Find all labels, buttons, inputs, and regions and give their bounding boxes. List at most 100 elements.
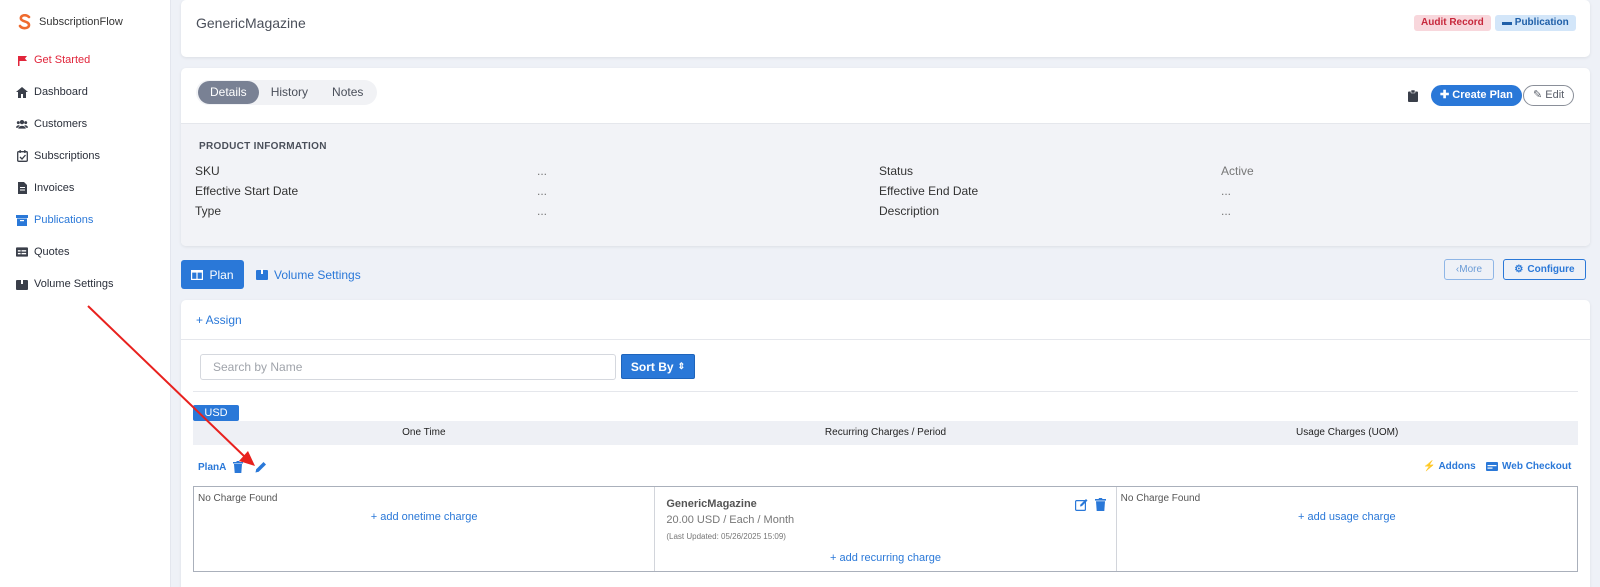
configure-label: Configure xyxy=(1527,264,1575,275)
product-information: PRODUCT INFORMATION SKU ... Effective St… xyxy=(181,124,1590,246)
edit-label: Edit xyxy=(1545,89,1565,101)
charge-last-updated: (Last Updated: 05/26/2025 15:09) xyxy=(666,532,786,541)
status-value: Active xyxy=(1221,164,1254,178)
effective-start-value: ... xyxy=(537,184,548,198)
sku-value: ... xyxy=(537,164,548,178)
description-value: ... xyxy=(1221,204,1232,218)
home-icon xyxy=(16,86,28,98)
configure-button[interactable]: ⚙ Configure xyxy=(1503,259,1586,280)
pencil-icon[interactable] xyxy=(255,461,267,473)
section-title: PRODUCT INFORMATION xyxy=(199,141,327,152)
sidebar-item-label: Subscriptions xyxy=(34,150,101,162)
invoice-icon xyxy=(16,182,28,194)
add-usage-charge-link[interactable]: + add usage charge xyxy=(1117,511,1577,523)
tab-notes[interactable]: Notes xyxy=(320,81,375,104)
onetime-cell: No Charge Found + add onetime charge xyxy=(194,487,656,571)
sidebar-item-subscriptions[interactable]: Subscriptions xyxy=(0,140,170,172)
sidebar-item-invoices[interactable]: Invoices xyxy=(0,172,170,204)
tab-history[interactable]: History xyxy=(259,81,320,104)
recurring-cell: GenericMagazine 20.00 USD / Each / Month… xyxy=(655,487,1117,571)
page-header: GenericMagazine Audit Record ▬ Publicati… xyxy=(181,0,1590,57)
column-header: Recurring Charges / Period xyxy=(824,427,947,438)
edit-icon[interactable] xyxy=(1075,498,1088,511)
usage-cell: No Charge Found + add usage charge xyxy=(1117,487,1577,571)
effective-start-label: Effective Start Date xyxy=(195,184,299,198)
clipboard-icon[interactable] xyxy=(1408,90,1418,102)
sidebar-item-label: Customers xyxy=(34,118,88,130)
sidebar-item-get-started[interactable]: Get Started xyxy=(0,44,170,76)
calendar-check-icon xyxy=(16,150,28,162)
more-button[interactable]: ‹ More xyxy=(1444,259,1494,280)
type-label: Type xyxy=(195,204,222,218)
empty-state-text: No Charge Found xyxy=(1120,493,1201,504)
trash-icon[interactable] xyxy=(233,461,243,473)
sort-by-label: Sort By xyxy=(630,359,674,374)
status-label: Status xyxy=(879,164,914,178)
charges-grid: No Charge Found + add onetime charge Gen… xyxy=(193,486,1578,572)
brand-name: SubscriptionFlow xyxy=(39,16,123,28)
subscriptionflow-logo-icon xyxy=(18,14,31,30)
details-panel: Details History Notes ✚ Create Plan ✎ Ed… xyxy=(181,68,1590,246)
sidebar-item-label: Quotes xyxy=(34,246,70,258)
column-header: Usage Charges (UOM) xyxy=(1296,427,1399,438)
create-plan-label: Create Plan xyxy=(1452,89,1513,101)
gear-icon: ⚙ xyxy=(1514,264,1524,275)
columns-icon xyxy=(191,269,204,280)
effective-end-value: ... xyxy=(1221,184,1232,198)
web-checkout-link[interactable]: Web Checkout xyxy=(1486,461,1571,472)
charge-price: 20.00 USD / Each / Month xyxy=(666,514,795,526)
plan-name-link[interactable]: PlanA xyxy=(198,462,226,473)
trash-icon[interactable] xyxy=(1095,498,1107,511)
sidebar-item-customers[interactable]: Customers xyxy=(0,108,170,140)
web-checkout-icon xyxy=(1486,462,1498,471)
tab-volume-settings[interactable]: Volume Settings xyxy=(256,260,361,289)
plug-icon: ⚡ xyxy=(1423,461,1436,472)
sidebar-item-label: Volume Settings xyxy=(34,278,114,290)
charge-name: GenericMagazine xyxy=(666,498,757,510)
quotes-icon xyxy=(16,246,28,258)
publication-badge-label: Publication xyxy=(1514,17,1569,28)
box-icon xyxy=(16,278,28,290)
search-input[interactable] xyxy=(200,354,616,380)
sidebar-item-publications[interactable]: Publications xyxy=(0,204,170,236)
sidebar-item-label: Dashboard xyxy=(34,86,88,98)
web-checkout-label: Web Checkout xyxy=(1502,461,1572,472)
audit-record-badge[interactable]: Audit Record xyxy=(1414,15,1491,31)
sidebar-item-quotes[interactable]: Quotes xyxy=(0,236,170,268)
users-icon xyxy=(16,118,28,130)
description-label: Description xyxy=(879,204,940,218)
charges-header: One Time Recurring Charges / Period Usag… xyxy=(193,421,1578,445)
plus-icon: ✚ xyxy=(1440,89,1450,101)
publication-badge[interactable]: ▬ Publication xyxy=(1495,15,1576,31)
divider xyxy=(181,339,1590,340)
sku-label: SKU xyxy=(195,164,220,178)
sort-icon: ⇕ xyxy=(677,361,686,371)
create-plan-button[interactable]: ✚ Create Plan xyxy=(1431,85,1522,106)
sidebar-item-volume-settings[interactable]: Volume Settings xyxy=(0,268,170,300)
sidebar-item-dashboard[interactable]: Dashboard xyxy=(0,76,170,108)
sidebar-item-label: Get Started xyxy=(34,54,91,66)
sidebar: SubscriptionFlow Get Started Dashboard C… xyxy=(0,0,171,587)
empty-state-text: No Charge Found xyxy=(198,493,278,504)
type-value: ... xyxy=(537,204,548,218)
effective-end-label: Effective End Date xyxy=(879,184,979,198)
addons-label: Addons xyxy=(1438,461,1476,472)
sidebar-item-label: Publications xyxy=(34,214,94,226)
plans-panel: + Assign Sort By ⇕ USD One Time Recurrin… xyxy=(181,300,1590,587)
brand[interactable]: SubscriptionFlow xyxy=(0,0,170,44)
add-onetime-charge-link[interactable]: + add onetime charge xyxy=(194,511,654,523)
assign-link[interactable]: + Assign xyxy=(196,313,242,327)
add-recurring-charge-link[interactable]: + add recurring charge xyxy=(655,552,1115,564)
tab-details[interactable]: Details xyxy=(198,81,259,104)
tab-plan[interactable]: Plan xyxy=(181,260,244,289)
edit-button[interactable]: ✎ Edit xyxy=(1523,85,1575,106)
page-title: GenericMagazine xyxy=(196,15,306,31)
addons-link[interactable]: ⚡ Addons xyxy=(1423,461,1476,472)
sidebar-item-label: Invoices xyxy=(34,182,75,194)
archive-icon xyxy=(16,214,28,226)
plan-row-header: PlanA ⚡ Addons Web Checkout xyxy=(193,460,1578,476)
sort-by-button[interactable]: Sort By ⇕ xyxy=(621,354,695,379)
tab-plan-label: Plan xyxy=(209,267,234,282)
flag-icon xyxy=(16,54,28,66)
archive-icon: ▬ xyxy=(1502,17,1512,28)
